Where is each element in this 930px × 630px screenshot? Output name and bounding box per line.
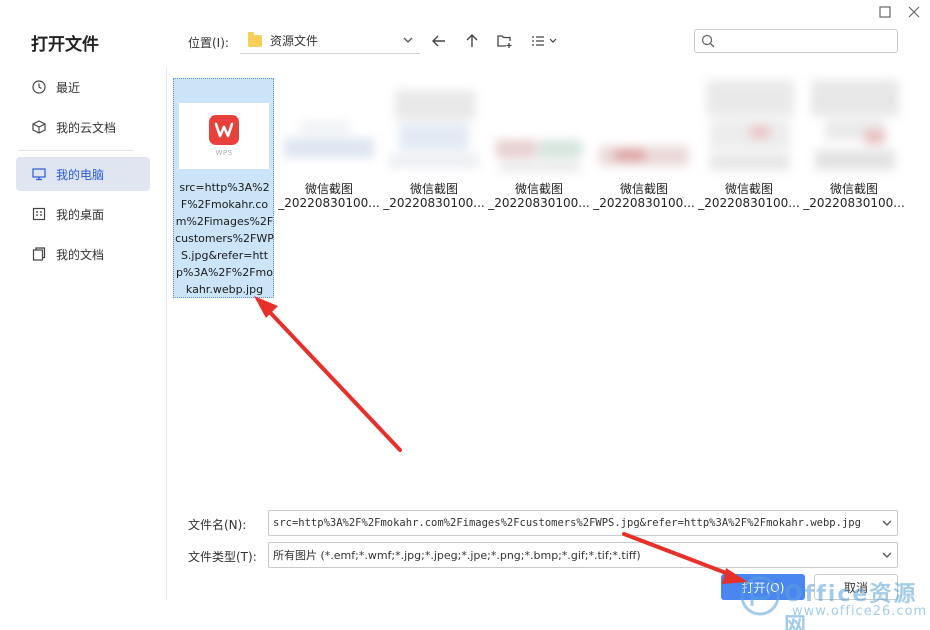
- open-button[interactable]: 打开(O): [721, 574, 805, 600]
- back-button[interactable]: [429, 31, 449, 51]
- cancel-button[interactable]: 取消: [814, 574, 898, 600]
- sidebar-item-my-computer[interactable]: 我的电脑: [16, 157, 150, 191]
- sidebar-item-cloud-docs[interactable]: 我的云文档: [16, 110, 150, 144]
- file-item[interactable]: 微信截图 _20220830100...: [803, 80, 905, 220]
- blurred-thumbnail: [700, 80, 798, 176]
- filename-field[interactable]: src=http%3A%2F%2Fmokahr.com%2Fimages%2Fc…: [268, 510, 898, 536]
- search-field[interactable]: [694, 29, 898, 53]
- wps-logo-icon: [209, 115, 239, 145]
- file-name-line2: _20220830100...: [698, 196, 800, 210]
- search-icon: [701, 34, 715, 48]
- blurred-thumbnail: [280, 110, 378, 176]
- location-label: 位置(I):: [188, 36, 229, 50]
- blurred-thumbnail: [490, 110, 588, 176]
- new-folder-button[interactable]: [494, 31, 514, 51]
- close-icon: [908, 6, 920, 18]
- sidebar-item-desktop[interactable]: 我的桌面: [16, 197, 150, 231]
- sidebar: 最近 我的云文档 我的电脑 我的桌面 我的文档: [16, 70, 150, 277]
- dialog-title: 打开文件: [31, 35, 99, 55]
- desktop-icon: [31, 206, 47, 222]
- chevron-down-icon[interactable]: [881, 517, 893, 532]
- cloud-box-icon: [31, 119, 47, 135]
- filename-value: src=http%3A%2F%2Fmokahr.com%2Fimages%2Fc…: [273, 517, 861, 529]
- blurred-thumbnail: [385, 90, 483, 176]
- filetype-select[interactable]: 所有图片 (*.emf;*.wmf;*.jpg;*.jpeg;*.jpe;*.p…: [268, 542, 898, 568]
- file-item[interactable]: 微信截图 _20220830100...: [488, 110, 590, 220]
- thumbnail-caption: WPS: [215, 149, 233, 157]
- sidebar-divider-vertical: [166, 68, 167, 600]
- location-value: 资源文件: [270, 34, 319, 48]
- sidebar-item-recent[interactable]: 最近: [16, 70, 150, 104]
- file-item[interactable]: 微信截图 _20220830100...: [698, 80, 800, 220]
- sidebar-item-documents[interactable]: 我的文档: [16, 237, 150, 271]
- search-input[interactable]: [719, 34, 897, 48]
- file-name-line1: 微信截图: [829, 182, 878, 196]
- file-name-line2: _20220830100...: [383, 196, 485, 210]
- file-name-line2: _20220830100...: [488, 196, 590, 210]
- documents-icon: [31, 246, 47, 262]
- file-name-line1: 微信截图: [304, 182, 353, 196]
- arrow-left-icon: [432, 35, 445, 47]
- chevron-down-icon[interactable]: [881, 549, 893, 564]
- view-mode-button[interactable]: [530, 31, 560, 51]
- file-name-line2: _20220830100...: [803, 196, 905, 210]
- file-name-line1: 微信截图: [409, 182, 458, 196]
- sidebar-divider: [18, 150, 133, 151]
- file-item[interactable]: 微信截图 _20220830100...: [278, 110, 380, 220]
- file-list: WPS src=http%3A%2F%2Fmokahr.com%2Fimages…: [168, 70, 930, 500]
- up-folder-button[interactable]: [462, 31, 482, 51]
- file-name-line1: 微信截图: [619, 182, 668, 196]
- sidebar-item-label: 最近: [56, 80, 81, 95]
- list-view-icon: [532, 36, 557, 46]
- file-name: src=http%3A%2F%2Fmokahr.com%2Fimages%2Fc…: [175, 181, 274, 296]
- filetype-value: 所有图片 (*.emf;*.wmf;*.jpg;*.jpeg;*.jpe;*.p…: [273, 549, 641, 562]
- new-folder-icon: [497, 35, 512, 48]
- watermark-url: www.office26.com: [792, 604, 928, 619]
- blurred-thumbnail: [805, 80, 903, 176]
- file-thumbnail: WPS: [179, 103, 269, 169]
- folder-icon: [248, 31, 262, 47]
- sidebar-item-label: 我的电脑: [56, 167, 105, 182]
- clock-icon: [31, 79, 47, 95]
- sidebar-item-label: 我的云文档: [56, 120, 117, 135]
- file-name-line1: 微信截图: [724, 182, 773, 196]
- file-name-line1: 微信截图: [514, 182, 563, 196]
- file-name-line2: _20220830100...: [593, 196, 695, 210]
- arrow-up-icon: [466, 34, 478, 47]
- file-item[interactable]: 微信截图 _20220830100...: [593, 110, 695, 220]
- file-item-selected[interactable]: WPS src=http%3A%2F%2Fmokahr.com%2Fimages…: [173, 78, 274, 298]
- location-dropdown[interactable]: 资源文件: [240, 28, 420, 54]
- file-item[interactable]: 微信截图 _20220830100...: [383, 90, 485, 220]
- file-name-line2: _20220830100...: [278, 196, 380, 210]
- maximize-button[interactable]: [874, 4, 896, 20]
- filename-label: 文件名(N):: [188, 518, 247, 532]
- sidebar-item-label: 我的文档: [56, 247, 105, 262]
- chevron-down-icon: [402, 34, 414, 49]
- close-button[interactable]: [903, 4, 925, 20]
- filetype-label: 文件类型(T):: [188, 550, 257, 564]
- sidebar-item-label: 我的桌面: [56, 207, 105, 222]
- maximize-icon: [879, 6, 891, 18]
- open-file-dialog: 打开文件 最近 我的云文档 我的电脑 我的桌面 我的文档 位置(I): 资源文件…: [0, 0, 930, 630]
- blurred-thumbnail: [595, 110, 693, 176]
- monitor-icon: [31, 166, 47, 182]
